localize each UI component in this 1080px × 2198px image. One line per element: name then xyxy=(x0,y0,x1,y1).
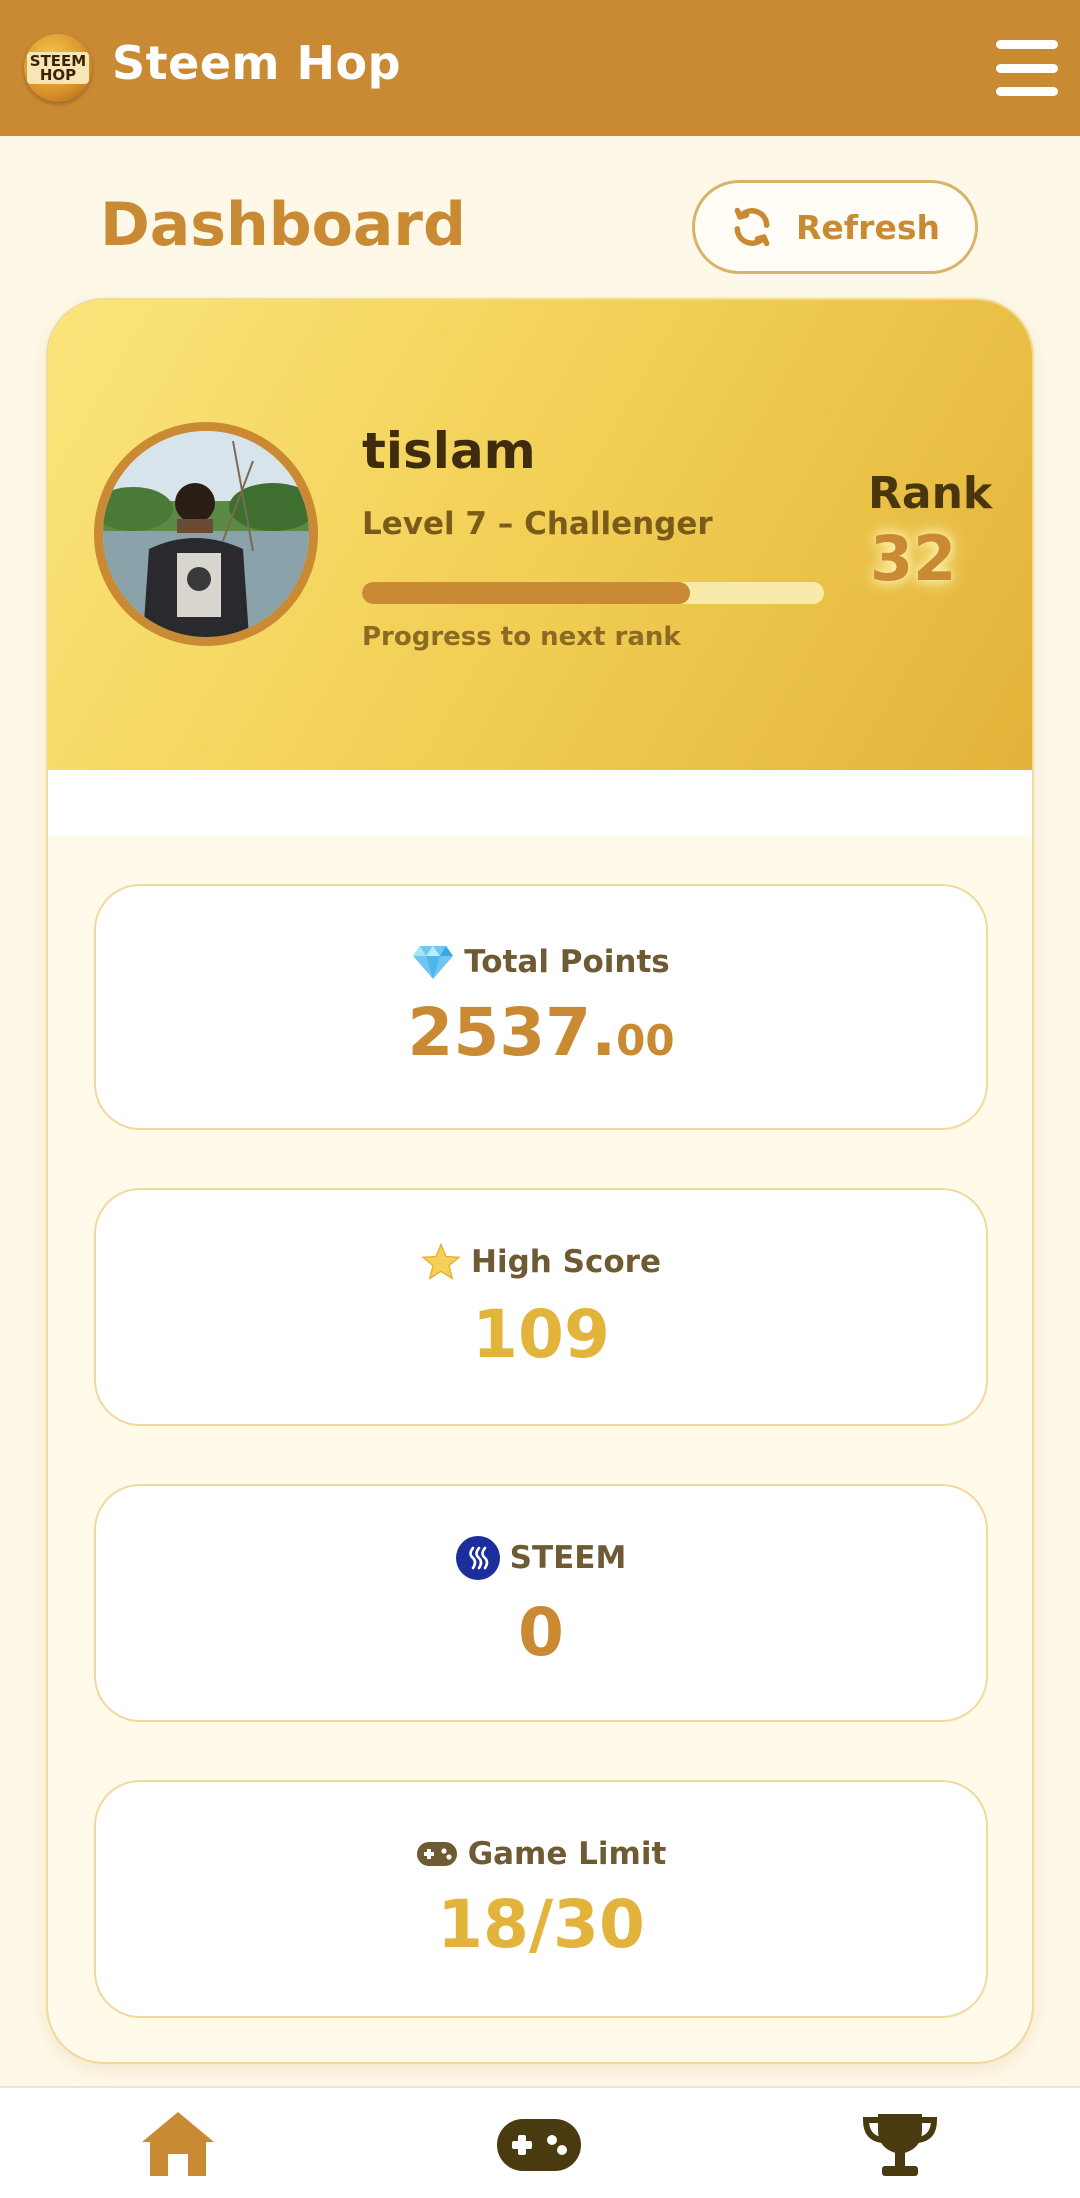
diamond-icon xyxy=(413,945,454,979)
gamepad-icon xyxy=(416,1841,457,1866)
nav-home[interactable] xyxy=(138,2108,218,2184)
steem-label: STEEM xyxy=(509,1539,627,1576)
game-limit-value: 18/30 xyxy=(437,1885,645,1963)
game-limit-card: Game Limit 18/30 xyxy=(94,1780,988,2018)
high-score-label: High Score xyxy=(471,1243,661,1280)
steem-hop-logo[interactable]: STEEM HOP xyxy=(24,34,92,102)
bottom-nav xyxy=(0,2086,1080,2198)
refresh-icon xyxy=(734,207,770,247)
rank-progress-fill xyxy=(362,582,691,604)
refresh-button[interactable]: Refresh xyxy=(692,180,978,274)
profile-banner: tislam Level 7 – Challenger Progress to … xyxy=(48,300,1032,770)
rank-progress-bar xyxy=(362,582,824,604)
username: tislam xyxy=(362,422,536,480)
nav-leaderboard[interactable] xyxy=(860,2110,940,2184)
rank-value: 32 xyxy=(870,522,957,595)
top-bar: STEEM HOP Steem Hop xyxy=(0,0,1080,136)
banner-divider xyxy=(48,770,1032,836)
star-icon xyxy=(421,1242,461,1280)
home-icon xyxy=(142,2112,214,2176)
app-title[interactable]: Steem Hop xyxy=(112,36,401,90)
high-score-value: 109 xyxy=(472,1295,610,1373)
refresh-label: Refresh xyxy=(796,207,940,247)
gamepad-icon xyxy=(497,2119,581,2171)
steem-card: STEEM 0 xyxy=(94,1484,988,1722)
total-points-card: Total Points 2537.00 xyxy=(94,884,988,1130)
avatar[interactable] xyxy=(94,422,318,646)
total-points-value: 2537.00 xyxy=(407,993,675,1071)
total-points-label: Total Points xyxy=(464,943,670,980)
trophy-icon xyxy=(862,2114,938,2176)
progress-label: Progress to next rank xyxy=(362,622,681,652)
user-level: Level 7 – Challenger xyxy=(362,506,713,542)
game-limit-label: Game Limit xyxy=(467,1835,667,1872)
dashboard-card: tislam Level 7 – Challenger Progress to … xyxy=(46,298,1034,2064)
avatar-photo xyxy=(103,431,309,637)
high-score-card: High Score 109 xyxy=(94,1188,988,1426)
rank-label: Rank xyxy=(868,468,993,519)
steem-value: 0 xyxy=(518,1593,564,1671)
steem-icon xyxy=(455,1535,500,1580)
hamburger-menu-icon[interactable] xyxy=(996,40,1058,96)
page-title: Dashboard xyxy=(100,190,466,260)
nav-games[interactable] xyxy=(496,2118,582,2176)
logo-text: STEEM HOP xyxy=(26,52,90,84)
